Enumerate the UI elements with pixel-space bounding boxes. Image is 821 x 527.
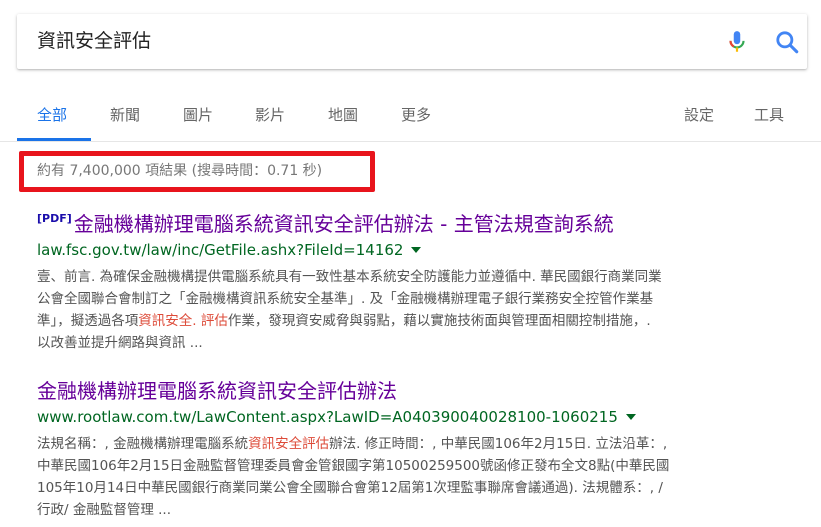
snippet-text: 法規名稱：, 金融機構辦理電腦系統 <box>37 436 249 452</box>
tab-videos[interactable]: 影片 <box>255 104 285 125</box>
result-snippet: 法規名稱：, 金融機構辦理電腦系統資訊安全評估辦法. 修正時間：, 中華民國10… <box>37 433 797 521</box>
search-input[interactable] <box>37 14 677 69</box>
snippet-keyword: 資訊安全 <box>138 313 193 329</box>
tab-tools[interactable]: 工具 <box>754 104 784 125</box>
result-title: 金融機構辦理電腦系統資訊安全評估辦法 <box>37 379 397 403</box>
tab-maps[interactable]: 地圖 <box>328 104 358 125</box>
snippet-text: 準」，擬透過各項 <box>37 313 139 329</box>
caret-down-icon[interactable] <box>625 414 636 420</box>
snippet-line: 準」，擬透過各項資訊安全. 評估作業，發現資安威脅與弱點，藉以實施技術面與管理面… <box>37 310 797 332</box>
search-box <box>17 14 807 69</box>
snippet-line: 行政/ 金融監督管理 ... <box>37 502 172 518</box>
result-url: law.fsc.gov.tw/law/inc/GetFile.ashx?File… <box>37 238 797 262</box>
result-title: 金融機構辦理電腦系統資訊安全評估辦法 - 主管法規查詢系統 <box>73 212 614 236</box>
callout-box <box>19 151 375 192</box>
snippet-line: 105年10月14日中華民國銀行商業同業公會全國聯合會第12屆第1次理監事聯席會… <box>37 480 663 496</box>
result-url-text: law.fsc.gov.tw/law/inc/GetFile.ashx?File… <box>37 241 404 259</box>
search-result: [PDF] 金融機構辦理電腦系統資訊安全評估辦法 - 主管法規查詢系統 law.f… <box>37 205 797 354</box>
snippet-keyword: 資訊安全評估 <box>248 436 330 452</box>
search-icon[interactable] <box>774 29 800 55</box>
snippet-line: 中華民國106年2月15日金融監督管理委員會金管銀國字第10500259500號… <box>37 458 670 474</box>
snippet-line: 法規名稱：, 金融機構辦理電腦系統資訊安全評估辦法. 修正時間：, 中華民國10… <box>37 433 797 455</box>
result-snippet: 壹、前言. 為確保金融機構提供電腦系統具有一致性基本系統安全防護能力並遵循中. … <box>37 266 797 354</box>
microphone-icon[interactable] <box>724 29 750 55</box>
tab-settings[interactable]: 設定 <box>684 104 714 125</box>
tabs-divider <box>0 141 821 142</box>
snippet-line: 公會全國聯合會制訂之「金融機構資訊系統安全基準」. 及「金融機構辦理電子銀行業務… <box>37 291 654 307</box>
result-url: www.rootlaw.com.tw/LawContent.aspx?LawID… <box>37 405 797 429</box>
caret-down-icon[interactable] <box>411 247 422 253</box>
tab-news[interactable]: 新聞 <box>110 104 140 125</box>
search-tabs: 全部 新聞 圖片 影片 地圖 更多 設定 工具 <box>0 94 821 142</box>
tab-all[interactable]: 全部 <box>37 104 67 125</box>
tab-more[interactable]: 更多 <box>401 104 431 125</box>
result-url-text: www.rootlaw.com.tw/LawContent.aspx?LawID… <box>37 408 618 426</box>
tab-images[interactable]: 圖片 <box>183 104 213 125</box>
snippet-text: 辦法. 修正時間：, 中華民國106年2月15日. 立法沿革：, <box>329 436 668 452</box>
pdf-tag: [PDF] <box>37 212 72 225</box>
search-result: 金融機構辦理電腦系統資訊安全評估辦法 www.rootlaw.com.tw/La… <box>37 377 797 521</box>
snippet-line: 壹、前言. 為確保金融機構提供電腦系統具有一致性基本系統安全防護能力並遵循中. … <box>37 269 662 285</box>
result-title-link[interactable]: [PDF] 金融機構辦理電腦系統資訊安全評估辦法 - 主管法規查詢系統 <box>37 205 797 238</box>
result-title-link[interactable]: 金融機構辦理電腦系統資訊安全評估辦法 <box>37 377 797 405</box>
snippet-keyword: 評估 <box>200 313 228 329</box>
snippet-text: . <box>192 313 201 329</box>
snippet-line: 以改善並提升網路與資訊 ... <box>37 335 203 351</box>
snippet-text: 作業，發現資安威脅與弱點，藉以實施技術面與管理面相關控制措施，. <box>227 313 651 329</box>
